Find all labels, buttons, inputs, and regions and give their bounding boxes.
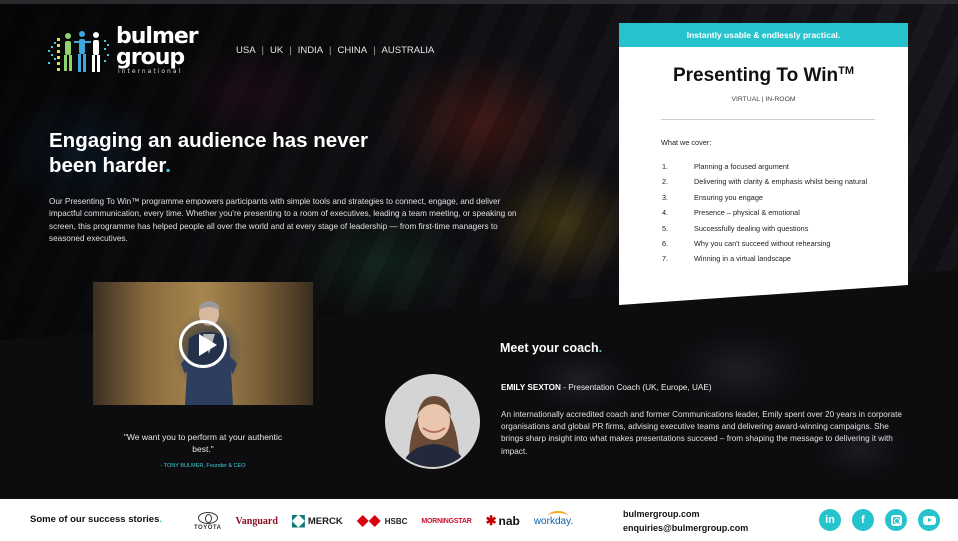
cover-list-item: 2. Delivering with clarity & emphasis whi…	[662, 174, 882, 189]
footer: Some of our success stories. TOYOTA Vang…	[0, 499, 958, 541]
trademark-mark: TM	[838, 65, 855, 77]
workday-arc-icon	[547, 510, 568, 521]
cover-list-item: 1. Planning a focused argument	[662, 159, 882, 174]
coach-heading: Meet your coach.	[500, 341, 602, 355]
hero-title: Engaging an audience has never been hard…	[49, 128, 369, 178]
hero-title-dot: .	[165, 154, 171, 177]
client-logo-morningstar: MORNINGSTAR	[421, 518, 471, 525]
client-name-nab: nab	[498, 514, 520, 528]
client-name-hsbc: HSBC	[384, 516, 408, 526]
testimonial-author: - TONY BULMER, Founder & CEO	[160, 463, 246, 469]
cover-item-number: 2.	[662, 177, 669, 187]
video-player[interactable]	[93, 282, 313, 405]
hero-description: Our Presenting To Win™ programme empower…	[49, 197, 517, 244]
coach-heading-text: Meet your coach	[500, 341, 599, 355]
logo-line-2: group	[116, 45, 185, 70]
facebook-icon[interactable]: f	[852, 509, 874, 531]
cover-item-number: 4.	[662, 208, 669, 218]
client-logo-hsbc: HSBC	[356, 515, 408, 527]
merck-emblem-icon	[291, 514, 305, 528]
nav-country-usa[interactable]: USA	[236, 45, 256, 56]
logo-wordmark: bulmer group international	[116, 26, 199, 76]
email-link[interactable]: enquiries@bulmergroup.com	[623, 521, 748, 535]
nav-separator: |	[373, 45, 376, 56]
cover-item-text: Ensuring you engage	[694, 192, 763, 202]
cover-list-item: 5. Successfully dealing with questions	[662, 221, 882, 236]
cover-list-item: 3. Ensuring you engage	[662, 190, 882, 205]
success-stories-dot: .	[159, 514, 162, 525]
client-logo-nab: ✱ nab	[486, 513, 520, 529]
client-logo-workday: workday.	[534, 510, 573, 527]
client-name-morningstar: MORNINGSTAR	[421, 517, 472, 525]
program-card-banner: Instantly usable & endlessly practical.	[619, 23, 908, 47]
coach-heading-dot: .	[598, 341, 603, 355]
cover-item-number: 3.	[662, 192, 669, 202]
success-stories-text: Some of our success stories	[30, 514, 160, 525]
program-card-title: Presenting To WinTM	[619, 65, 908, 87]
testimonial-quote: "We want you to perform at your authenti…	[123, 432, 283, 454]
cover-item-number: 6.	[662, 239, 669, 249]
logo-figures-icon	[48, 31, 109, 72]
coach-bio: An internationally accredited coach and …	[501, 410, 902, 456]
facebook-glyph: f	[861, 514, 865, 526]
program-card-divider	[661, 119, 875, 120]
nab-star-icon: ✱	[485, 513, 497, 528]
nav-separator: |	[261, 45, 265, 56]
youtube-glyph	[922, 515, 936, 525]
cover-item-text: Why you can't succeed without rehearsing	[694, 239, 831, 249]
nav-separator: |	[329, 45, 332, 56]
cover-item-text: Presence – physical & emotional	[694, 208, 800, 218]
cover-item-number: 7.	[662, 254, 669, 264]
world-map-background	[480, 300, 958, 500]
coach-name: EMILY SEXTON	[501, 383, 561, 392]
client-logo-toyota: TOYOTA	[194, 511, 222, 531]
linkedin-glyph: in	[825, 514, 835, 526]
client-logo-vanguard: Vanguard	[235, 516, 277, 527]
cover-list: 1. Planning a focused argument 2. Deliveri…	[662, 159, 882, 267]
toyota-emblem-icon	[197, 511, 218, 524]
coach-role: - Presentation Coach (UK, Europe, UAE)	[560, 383, 712, 392]
program-title-text: Presenting To Win	[672, 65, 839, 86]
cover-item-text: Winning in a virtual landscape	[694, 254, 791, 264]
country-nav: USA | UK | INDIA | CHINA | AUSTRALIA	[236, 45, 434, 56]
brand-logo[interactable]: bulmer group international	[46, 26, 199, 80]
instagram-glyph	[890, 514, 902, 526]
nav-country-china[interactable]: CHINA	[338, 45, 368, 56]
nav-country-india[interactable]: INDIA	[298, 45, 323, 56]
page: bulmer group international USA | UK | IN…	[0, 0, 958, 541]
hero-title-text: Engaging an audience has never been hard…	[49, 129, 368, 177]
contact-info: bulmergroup.com enquiries@bulmergroup.co…	[623, 507, 748, 535]
client-name-toyota: TOYOTA	[194, 524, 222, 531]
cover-list-item: 6. Why you can't succeed without rehearsi…	[662, 236, 882, 251]
nav-country-australia[interactable]: AUSTRALIA	[382, 45, 435, 56]
cover-item-number: 1.	[662, 162, 669, 171]
instagram-icon[interactable]	[885, 509, 907, 531]
client-name-merck: MERCK	[307, 515, 343, 527]
program-card-formats: VIRTUAL | IN-ROOM	[731, 96, 796, 103]
cover-item-text: Delivering with clarity & emphasis whils…	[694, 177, 868, 187]
coach-portrait-image	[387, 376, 478, 467]
success-stories-label: Some of our success stories.	[30, 514, 162, 525]
client-name-vanguard: Vanguard	[235, 515, 278, 527]
coach-avatar	[385, 374, 480, 469]
social-links: in f	[819, 509, 940, 531]
nav-country-uk[interactable]: UK	[270, 45, 283, 56]
nav-separator: |	[289, 45, 292, 56]
cover-list-item: 7. Winning in a virtual landscape	[662, 251, 882, 266]
hsbc-hexagon-icon	[356, 515, 381, 527]
cover-item-number: 5.	[662, 223, 669, 233]
program-card: Instantly usable & endlessly practical. …	[619, 23, 908, 305]
logo-line-3: international	[118, 68, 183, 75]
youtube-icon[interactable]	[918, 509, 940, 531]
cover-item-text: Planning a focused argument	[694, 162, 789, 171]
client-logos: TOYOTA Vanguard MERCK HSBC MORNINGSTAR ✱…	[194, 507, 587, 535]
cover-list-item: 4. Presence – physical & emotional	[662, 205, 882, 220]
client-logo-merck: MERCK	[291, 514, 343, 528]
cover-heading: What we cover:	[661, 138, 712, 147]
linkedin-icon[interactable]: in	[819, 509, 841, 531]
play-icon[interactable]	[179, 320, 227, 368]
website-link[interactable]: bulmergroup.com	[623, 507, 748, 521]
cover-item-text: Successfully dealing with questions	[694, 223, 809, 233]
coach-name-line: EMILY SEXTON - Presentation Coach (UK, E…	[501, 383, 712, 392]
